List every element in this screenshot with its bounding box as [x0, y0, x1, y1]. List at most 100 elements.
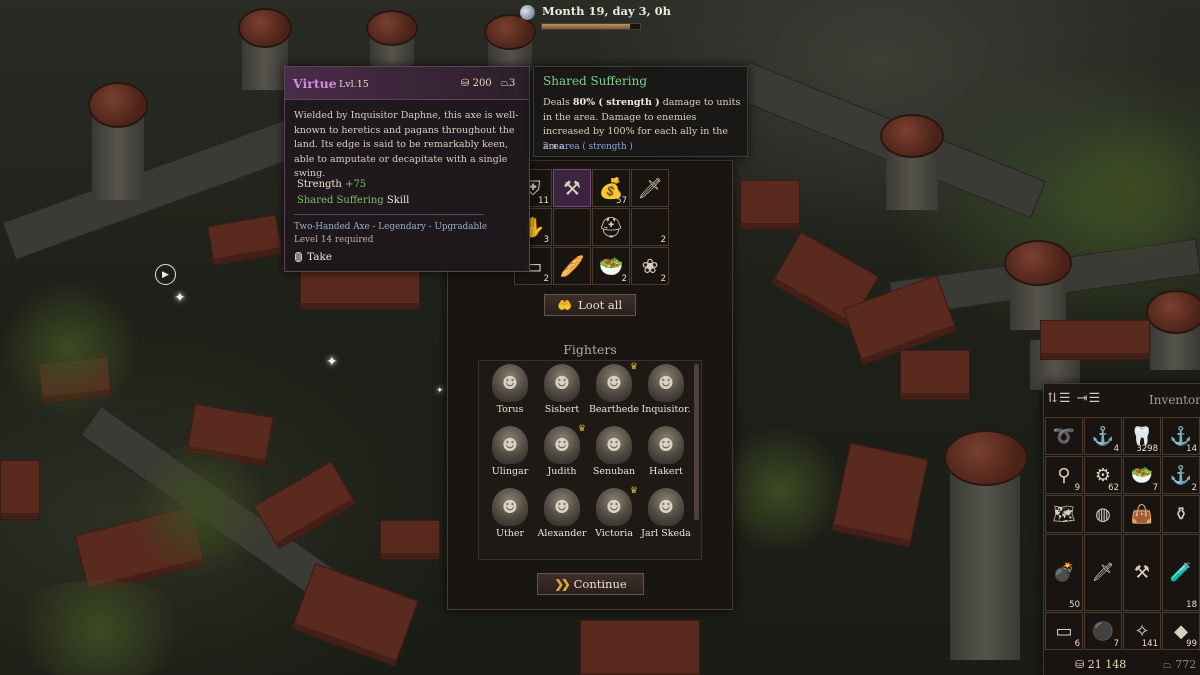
fighter-card[interactable]: ☻ Alexander: [536, 488, 588, 550]
fighters-scrollbar[interactable]: [694, 364, 699, 520]
slot-count: 99: [1186, 639, 1197, 649]
fighter-card[interactable]: ☻ ♛ Victoria: [588, 486, 640, 550]
item-skill[interactable]: Shared Suffering Skill: [297, 195, 409, 206]
inventory-slot[interactable]: 🗺: [1045, 495, 1083, 533]
house-roof: [380, 520, 440, 560]
slot-count: 50: [1069, 600, 1080, 610]
herb-icon: ❀: [641, 254, 659, 278]
inventory-title: Inventory: [1149, 393, 1200, 407]
fighter-name: Victoria: [595, 528, 633, 539]
tower-roof: [880, 114, 944, 158]
fighter-name: Uther: [495, 528, 525, 539]
coal-bowl-icon: ⚫: [1091, 620, 1115, 642]
loot-slot[interactable]: ⚒: [553, 169, 591, 207]
food-bowl-icon: 🥗: [1130, 464, 1154, 486]
mouse-icon: [295, 252, 302, 262]
inventory-slot[interactable]: ⚫ 7: [1084, 612, 1122, 650]
fighter-portrait: ☻: [544, 488, 580, 526]
inventory-slot[interactable]: ⚓ 14: [1162, 417, 1200, 455]
item-description: Wielded by Inquisitor Daphne, this axe i…: [294, 110, 519, 179]
inventory-slot[interactable]: ⚓ 2: [1162, 456, 1200, 494]
slot-count: 62: [1108, 483, 1119, 493]
fighter-name: Judith: [547, 466, 577, 477]
loot-slot[interactable]: ❀ 2: [631, 247, 669, 285]
inventory-slot[interactable]: 🧪 18: [1162, 534, 1200, 611]
inventory-slot[interactable]: ✧ 141: [1123, 612, 1161, 650]
inventory-grid: ➰ ⚓ 4 🦷 3298 ⚓ 14 ⚲ 9 ⚙ 62 🥗 7 ⚓ 2 🗺 ◍ 👜 ⚱ 💣 50 🗡 ⚒ 🧪 18 ▭ 6 ⚫ 7 ✧ 141…: [1045, 417, 1200, 650]
continue-button[interactable]: ❯❯ Continue: [537, 573, 644, 595]
fighter-portrait: ☻: [596, 364, 632, 402]
fighter-card[interactable]: ☻ Torus: [484, 364, 536, 426]
take-action[interactable]: Take: [295, 251, 332, 263]
slot-count: 3: [543, 235, 549, 245]
inventory-slot[interactable]: ⚓ 4: [1084, 417, 1122, 455]
fighter-portrait: ☻: [648, 364, 684, 402]
item-weight-value: 3: [509, 78, 516, 89]
fighter-name: Inquisitor.: [641, 404, 691, 415]
inventory-slot[interactable]: 💣 50: [1045, 534, 1083, 611]
slot-count: 2: [660, 235, 666, 245]
loot-slot[interactable]: [553, 208, 591, 246]
fighter-name: Torus: [496, 404, 524, 415]
inventory-slot[interactable]: 👜: [1123, 495, 1161, 533]
fighter-card[interactable]: ☻ Senuban: [588, 426, 640, 488]
tower-roof: [238, 8, 292, 48]
tree-canopy: [0, 580, 200, 675]
skill-area: 2m area ( strength ): [543, 142, 633, 152]
loot-slot[interactable]: 2: [631, 208, 669, 246]
loot-slot[interactable]: 🥖: [553, 247, 591, 285]
moon-icon: [520, 5, 535, 20]
slot-count: 11: [538, 196, 549, 206]
skill-damage-value: 80% ( strength ): [572, 97, 660, 108]
loot-slot[interactable]: 🗡: [631, 169, 669, 207]
sparkle-icon: ✦: [174, 290, 186, 306]
fighter-card[interactable]: ☻ Sisbert: [536, 364, 588, 426]
fighter-card[interactable]: ☻ Uther: [484, 488, 536, 550]
inventory-slot[interactable]: ⚲ 9: [1045, 456, 1083, 494]
fighter-card[interactable]: ☻ Jarl Skeda: [640, 488, 692, 550]
inventory-slot[interactable]: ◆ 99: [1162, 612, 1200, 650]
slot-count: 2: [660, 274, 666, 284]
inventory-slot[interactable]: ◍: [1084, 495, 1122, 533]
crown-icon: ♛: [629, 486, 638, 496]
inventory-header: ⇅☰ ⇥☰ Inventory: [1043, 385, 1200, 415]
sort-icon[interactable]: ⇅☰ ⇥☰: [1047, 391, 1101, 406]
fighter-portrait: ☻: [492, 364, 528, 402]
loot-slot[interactable]: 🥗 2: [592, 247, 630, 285]
inventory-slot[interactable]: 🗡: [1084, 534, 1122, 611]
loot-slot[interactable]: 💰 57: [592, 169, 630, 207]
money-amount: ⛁ 21 148: [1075, 658, 1127, 671]
crown-icon: ♛: [629, 362, 638, 372]
helmet-icon: ⛑: [598, 215, 624, 239]
fighter-grid: ☻ Torus ☻ Sisbert ☻ ♛ Bearthede ☻ Inquisitor. ☻ Ul…: [484, 362, 694, 550]
skill-link[interactable]: Shared Suffering: [297, 195, 384, 206]
inventory-slot[interactable]: ▭ 6: [1045, 612, 1083, 650]
date-time-label: Month 19, day 3, 0h: [542, 4, 671, 18]
inventory-slot[interactable]: ➰: [1045, 417, 1083, 455]
fighter-card[interactable]: ☻ Hakert: [640, 426, 692, 488]
tongs-icon: ⚲: [1057, 464, 1071, 486]
inventory-slot[interactable]: ⚙ 62: [1084, 456, 1122, 494]
crown-icon: ♛: [577, 424, 586, 434]
fighter-card[interactable]: ☻ ♛ Judith: [536, 424, 588, 488]
quest-marker-icon[interactable]: ▶: [155, 264, 176, 285]
loot-all-button[interactable]: 🤲 Loot all: [544, 294, 636, 316]
tower-roof: [1146, 290, 1200, 334]
day-progress-fill: [542, 24, 631, 29]
tower-roof: [88, 82, 148, 128]
fighter-card[interactable]: ☻ Inquisitor.: [640, 364, 692, 426]
loot-slot[interactable]: ⛑: [592, 208, 630, 246]
skill-suffix: Skill: [386, 195, 410, 206]
carry-weight-value: 772: [1175, 658, 1197, 671]
fighter-card[interactable]: ☻ Ulingar: [484, 426, 536, 488]
slot-count: 3298: [1136, 444, 1158, 454]
fighter-portrait: ☻: [492, 426, 528, 464]
inventory-slot[interactable]: ⚱: [1162, 495, 1200, 533]
rope-icon: ➰: [1052, 425, 1076, 447]
inventory-slot[interactable]: 🦷 3298: [1123, 417, 1161, 455]
fighter-card[interactable]: ☻ ♛ Bearthede: [588, 362, 640, 426]
divider: [294, 214, 484, 215]
inventory-slot[interactable]: 🥗 7: [1123, 456, 1161, 494]
continue-label: Continue: [573, 577, 627, 591]
inventory-slot[interactable]: ⚒: [1123, 534, 1161, 611]
